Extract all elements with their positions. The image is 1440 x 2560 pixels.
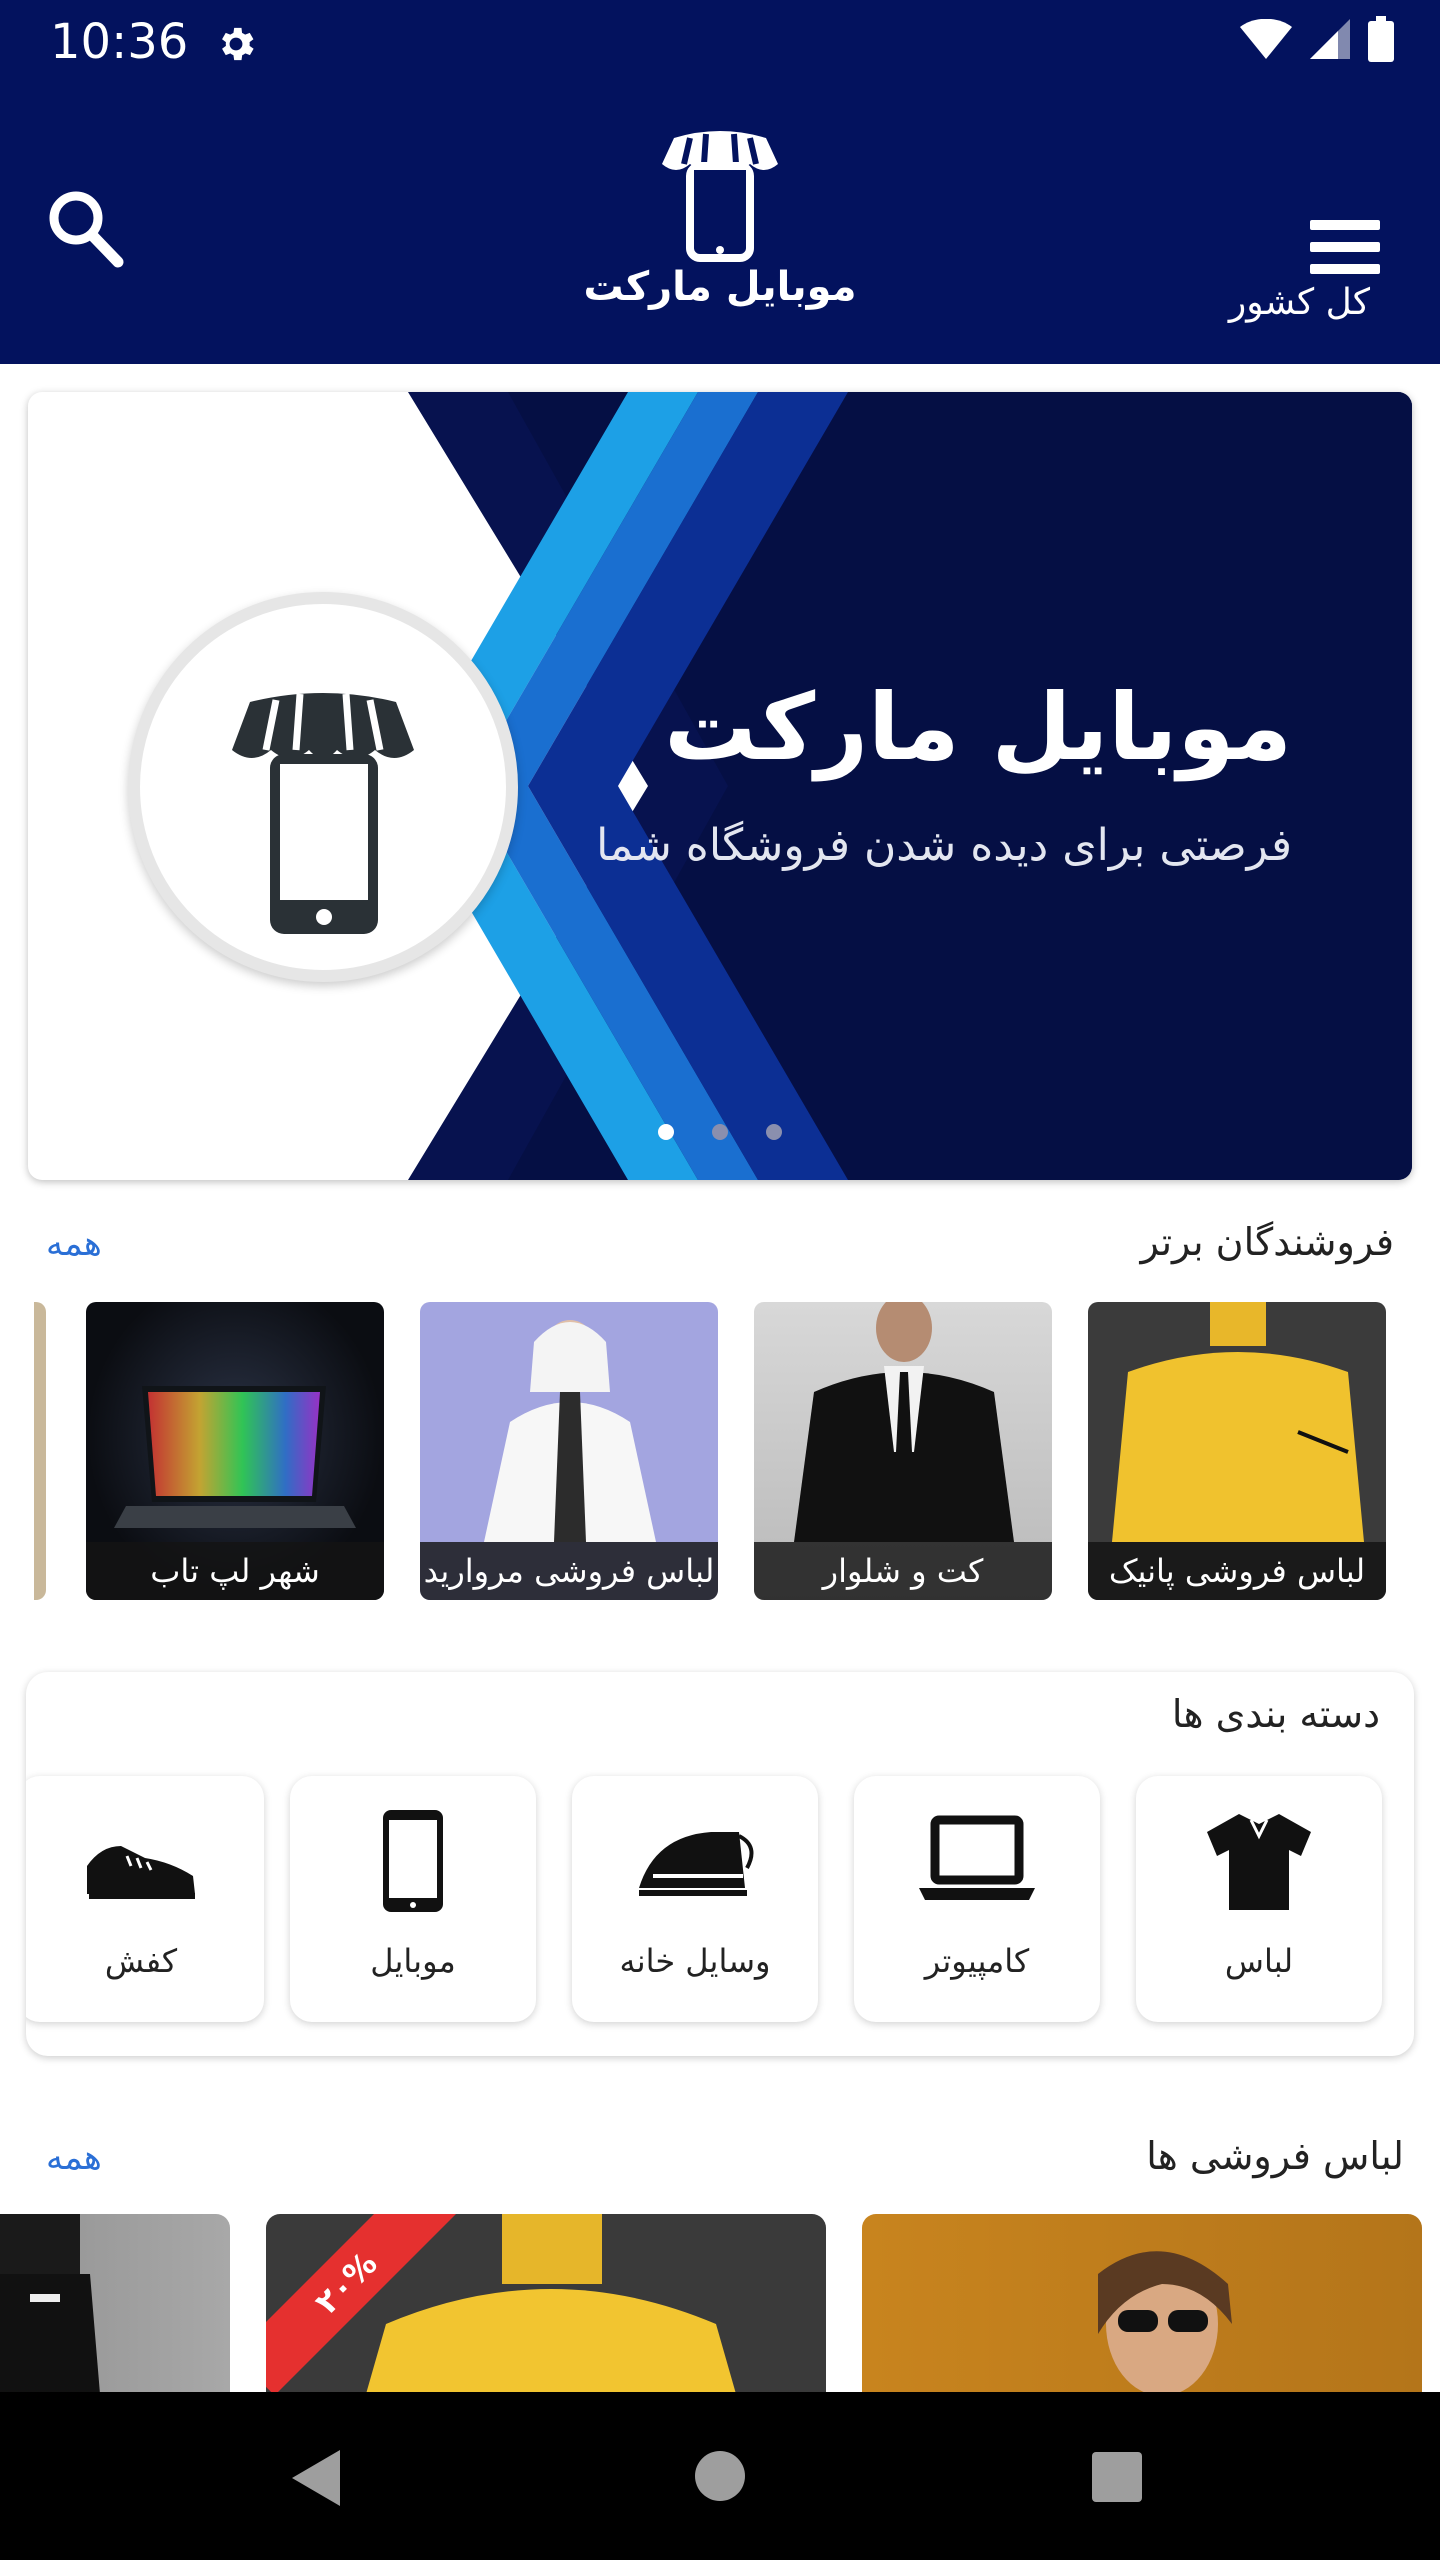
banner-subtitle: فرصتی برای دیده شدن فروشگاه شما [596,820,1292,871]
banner-logo-badge [128,592,518,982]
categories-card: دسته بندی ها کفش موبایل وسایل خانه کامپی… [26,1672,1414,2056]
store-card[interactable] [0,2214,230,2394]
categories-title: دسته بندی ها [1171,1692,1380,1736]
category-computer[interactable]: کامپیوتر [854,1776,1100,2022]
promo-banner[interactable]: موبایل مارکت فرصتی برای دیده شدن فروشگاه… [28,392,1412,1180]
status-time: 10:36 [50,14,189,70]
category-label: موبایل [370,1942,456,1980]
app-title: موبایل مارکت [583,264,857,310]
store-card[interactable]: ۲۰% [266,2214,826,2394]
shoe-icon [87,1846,195,1899]
seller-card[interactable]: کت و شلوار [754,1302,1052,1600]
pagination-dot[interactable] [766,1124,782,1140]
cellular-signal-icon [1310,19,1350,59]
banner-pagination [28,1124,1412,1140]
category-label: کفش [104,1942,178,1980]
store-card[interactable] [862,2214,1422,2394]
home-icon[interactable] [694,2450,746,2502]
seller-card[interactable]: لباس فروشی مروارید [420,1302,718,1600]
status-bar: 10:36 [0,0,1440,84]
region-selector[interactable]: کل کشور [1229,282,1370,323]
category-label: لباس [1224,1942,1294,1980]
pagination-dot[interactable] [658,1124,674,1140]
top-sellers-carousel: شهر لپ تاب لباس فروشی مروارید کت و شلوار… [34,1296,1404,1616]
store-phone-icon [232,693,414,934]
battery-icon [1368,16,1394,62]
seller-name: لباس فروشی مروارید [420,1542,718,1600]
yellow-sweater-image [1112,1302,1364,1542]
iron-icon [639,1832,754,1896]
search-icon [49,191,124,268]
category-home-appliances[interactable]: وسایل خانه [572,1776,818,2022]
category-shoe[interactable]: کفش [26,1776,264,2022]
store-logo-icon [662,131,778,262]
clothing-stores-title: لباس فروشی ها [1146,2134,1404,2178]
seller-name: کت و شلوار [754,1542,1052,1600]
woman-sunglasses-image [1098,2251,1232,2394]
category-label: کامپیوتر [924,1942,1030,1980]
banner-title: موبایل مارکت [664,674,1292,781]
wifi-icon [1240,19,1292,59]
hamburger-icon [1310,220,1380,230]
seller-name: شهر لپ تاب [86,1542,384,1600]
clothing-stores-see-all[interactable]: همه [46,2138,102,2178]
system-nav-bar [0,2392,1440,2560]
laptop-icon [919,1815,1035,1900]
seller-card[interactable]: لباس فروشی پانیک [1088,1302,1386,1600]
top-sellers-title: فروشندگان برتر [1140,1220,1394,1264]
status-icons [1240,16,1394,62]
mobile-icon [383,1810,443,1912]
seller-card[interactable] [34,1302,46,1600]
menu-button[interactable] [1290,194,1400,284]
seller-name: لباس فروشی پانیک [1088,1542,1386,1600]
top-sellers-see-all[interactable]: همه [46,1224,102,1264]
app-bar: موبایل مارکت کل کشور [0,84,1440,364]
pagination-dot[interactable] [712,1124,728,1140]
recents-icon[interactable] [1092,2452,1142,2502]
man-in-suit-image [794,1302,1014,1542]
search-button[interactable] [40,180,130,270]
settings-gear-icon [222,27,254,61]
shirt-icon [1207,1814,1311,1910]
seller-card[interactable]: شهر لپ تاب [86,1302,384,1600]
category-label: وسایل خانه [619,1942,771,1980]
category-clothing[interactable]: لباس [1136,1776,1382,2022]
laptop-image [114,1386,356,1528]
back-icon[interactable] [288,2448,344,2508]
category-mobile[interactable]: موبایل [290,1776,536,2022]
woman-in-white-coat-image [484,1320,656,1542]
suit-image [0,2274,100,2394]
